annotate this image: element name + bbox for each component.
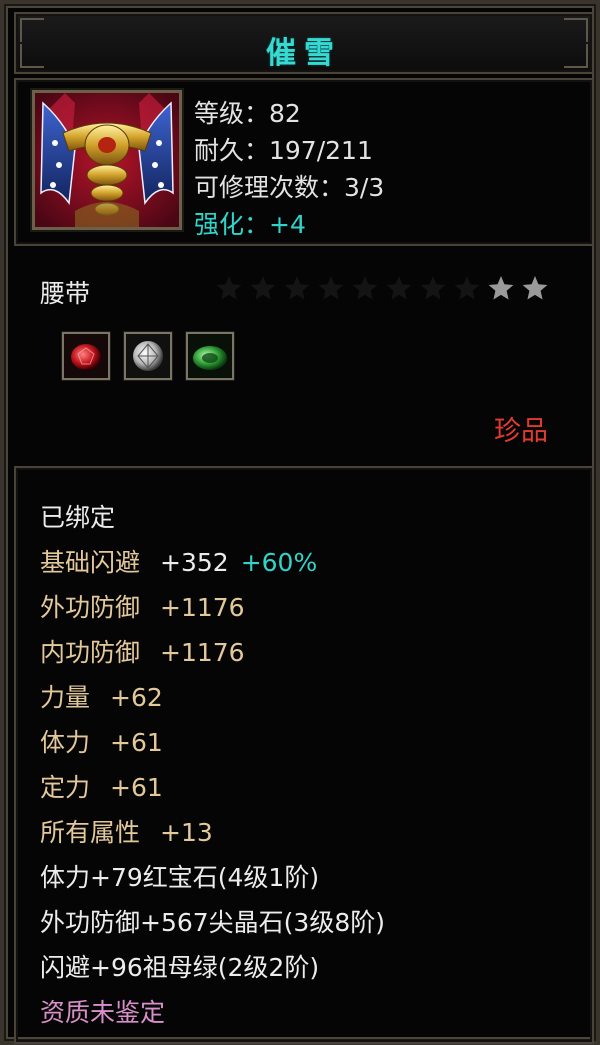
ruby-gem-icon[interactable] bbox=[62, 332, 110, 380]
attr-value: +13 bbox=[160, 818, 213, 847]
attr-label: 力量 bbox=[40, 683, 91, 712]
diamond-gem-icon[interactable] bbox=[124, 332, 172, 380]
attr-dodge: 基础闪避 +352 +60% bbox=[40, 543, 317, 579]
attr-label: 基础闪避 bbox=[40, 548, 141, 577]
attr-label: 所有属性 bbox=[40, 818, 141, 847]
star-rating bbox=[216, 276, 548, 300]
attr-label: 外功防御 bbox=[40, 593, 141, 622]
star-icon-empty bbox=[318, 276, 344, 300]
star-icon-empty bbox=[420, 276, 446, 300]
belt-icon-art bbox=[35, 93, 179, 227]
item-tooltip-panel: 催雪 等级：82 耐久：197/211 可修理次数：3/3 强化：+4 腰带 珍… bbox=[0, 0, 600, 1045]
attr-value: +1176 bbox=[160, 593, 245, 622]
star-icon-filled bbox=[488, 276, 514, 300]
attr-value: +1176 bbox=[160, 638, 245, 667]
item-header: 等级：82 耐久：197/211 可修理次数：3/3 强化：+4 bbox=[14, 78, 594, 246]
star-icon-empty bbox=[386, 276, 412, 300]
attr-label: 体力 bbox=[40, 728, 91, 757]
star-icon-empty bbox=[284, 276, 310, 300]
level-stat: 等级：82 bbox=[194, 99, 301, 128]
attr-all-attributes: 所有属性 +13 bbox=[40, 813, 213, 849]
diamond-gem-art bbox=[126, 334, 170, 378]
star-icon-empty bbox=[352, 276, 378, 300]
durability-stat: 耐久：197/211 bbox=[194, 136, 373, 165]
item-type: 腰带 bbox=[40, 279, 91, 308]
gem-bonus-ruby: 体力+79红宝石(4级1阶) bbox=[40, 863, 320, 892]
attr-percent: +60% bbox=[240, 548, 318, 577]
ruby-gem-art bbox=[64, 334, 108, 378]
attr-value: +61 bbox=[110, 773, 163, 802]
emerald-gem-art bbox=[188, 334, 232, 378]
item-name: 催雪 bbox=[266, 36, 342, 71]
attr-strength: 力量 +62 bbox=[40, 678, 163, 714]
star-icon-empty bbox=[216, 276, 242, 300]
gem-bonus-spinel: 外功防御+567尖晶石(3级8阶) bbox=[40, 908, 385, 937]
attr-internal-defense: 内功防御 +1176 bbox=[40, 633, 245, 669]
attr-label: 定力 bbox=[40, 773, 91, 802]
star-icon-empty bbox=[250, 276, 276, 300]
enhance-stat: 强化：+4 bbox=[194, 210, 306, 239]
attr-external-defense: 外功防御 +1176 bbox=[40, 588, 245, 624]
repair-count-stat: 可修理次数：3/3 bbox=[194, 173, 385, 202]
title-bar: 催雪 bbox=[14, 12, 594, 74]
belt-icon bbox=[32, 90, 182, 230]
rarity-label: 珍品 bbox=[494, 416, 548, 447]
attr-focus: 定力 +61 bbox=[40, 768, 163, 804]
emerald-gem-icon[interactable] bbox=[186, 332, 234, 380]
attr-label: 内功防御 bbox=[40, 638, 141, 667]
attr-value: +62 bbox=[110, 683, 163, 712]
star-icon-empty bbox=[454, 276, 480, 300]
attr-vitality: 体力 +61 bbox=[40, 723, 163, 759]
bound-status: 已绑定 bbox=[40, 503, 116, 532]
gem-bonus-emerald: 闪避+96祖母绿(2级2阶) bbox=[40, 953, 320, 982]
attribute-list: 已绑定 基础闪避 +352 +60% 外功防御 +1176 内功防御 +1176 力量 +… bbox=[14, 466, 594, 1044]
attr-value: +352 bbox=[160, 548, 229, 577]
quality-status: 资质未鉴定 bbox=[40, 998, 166, 1027]
star-icon-filled bbox=[522, 276, 548, 300]
attr-value: +61 bbox=[110, 728, 163, 757]
